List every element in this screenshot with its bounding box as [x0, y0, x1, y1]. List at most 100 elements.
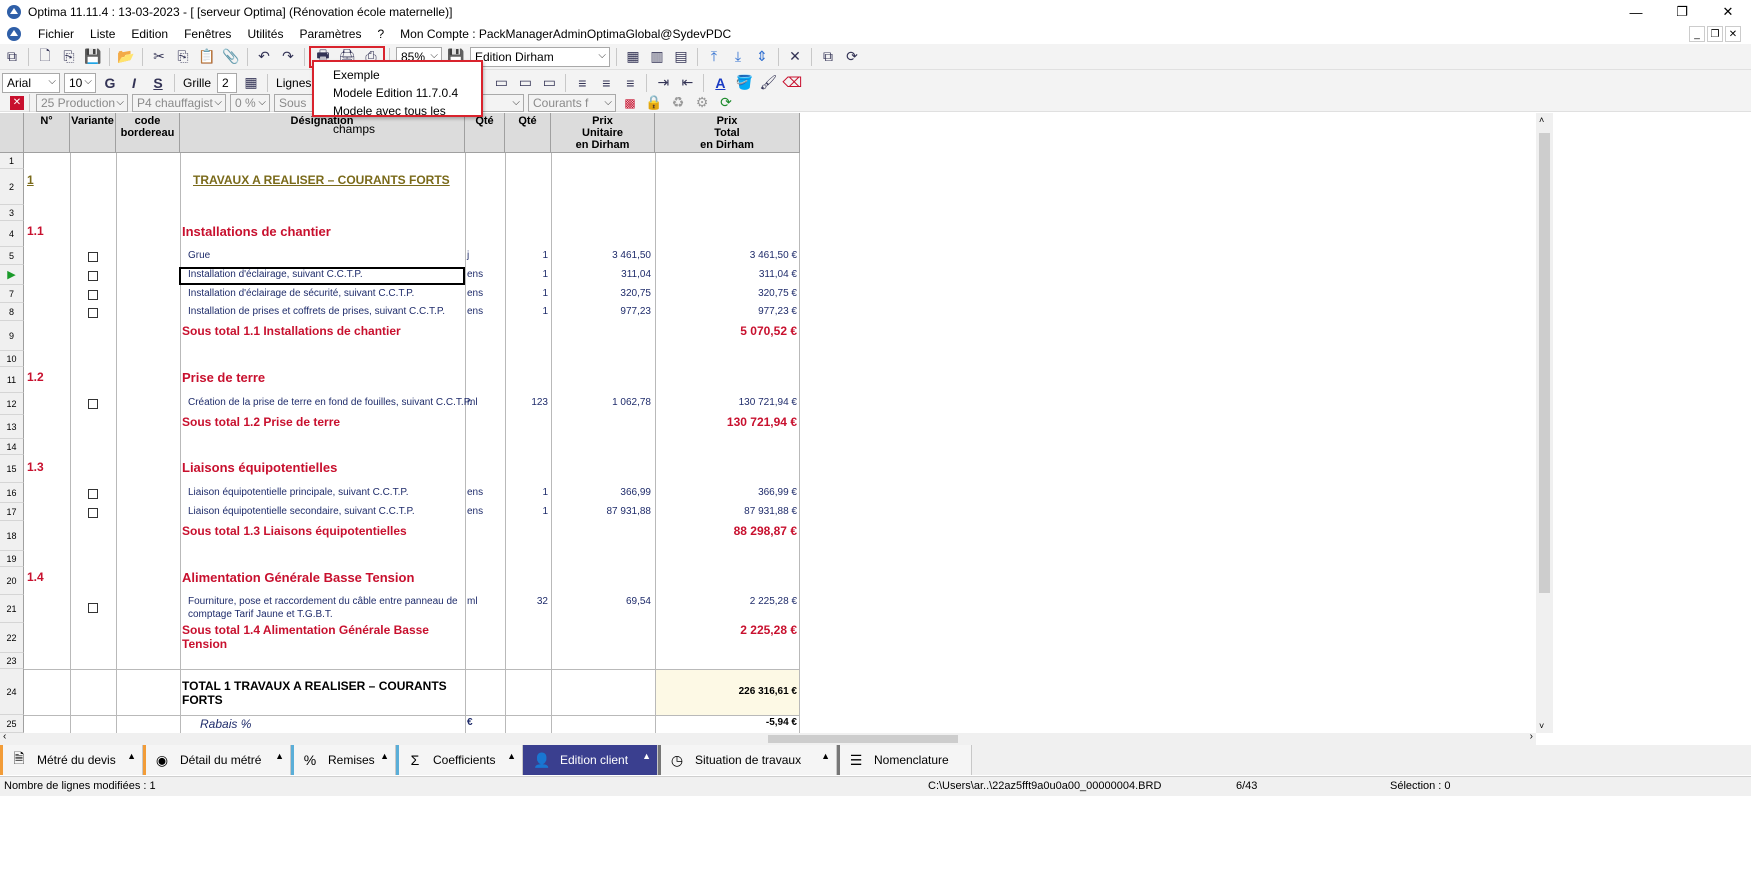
mdi-minimize-button[interactable]: _ — [1689, 26, 1705, 42]
pu-cell[interactable]: 320,75 — [551, 288, 651, 299]
pt-cell[interactable]: 320,75 € — [655, 288, 797, 299]
line-style-icon[interactable]: ▭ — [490, 72, 512, 94]
row-number[interactable]: 7 — [0, 285, 24, 303]
paste-icon[interactable]: 📋 — [196, 46, 218, 68]
menu-utilites[interactable]: Utilités — [239, 27, 291, 41]
rabais-label[interactable]: Rabais % — [200, 717, 251, 731]
tab-edition-client[interactable]: 👤 Edition client ▲ — [523, 745, 658, 775]
chauffage-select[interactable]: P4 chauffagist ⌵ — [132, 93, 226, 112]
row-number[interactable]: 17 — [0, 503, 24, 521]
lock-icon[interactable]: 🔒 — [643, 92, 665, 114]
menu-fichier[interactable]: Fichier — [30, 27, 82, 41]
row-number[interactable]: 12 — [0, 393, 24, 415]
align-right-icon[interactable]: ≡ — [619, 72, 641, 94]
maximize-button[interactable]: ❐ — [1659, 0, 1705, 24]
format-painter-icon[interactable]: 🖌 — [757, 72, 779, 94]
total-value[interactable]: 226 316,61 € — [655, 686, 797, 697]
minimize-button[interactable]: — — [1613, 0, 1659, 24]
chapter-title[interactable]: Prise de terre — [182, 370, 265, 385]
chapter-number[interactable]: 1.2 — [27, 370, 44, 384]
chapter-title[interactable]: Alimentation Générale Basse Tension — [182, 570, 414, 585]
dropdown-item-modele-edition[interactable]: Modele Edition 11.7.0.4 — [314, 84, 481, 102]
row-number[interactable]: 9 — [0, 321, 24, 351]
unit-cell[interactable]: ens — [467, 487, 483, 498]
header-prix-unitaire[interactable]: Prix Unitaire en Dirham — [551, 113, 655, 153]
unit-cell[interactable]: ens — [467, 269, 483, 280]
subtotal-label[interactable]: Sous total 1.2 Prise de terre — [182, 415, 340, 429]
variante-checkbox[interactable] — [88, 508, 98, 518]
menu-liste[interactable]: Liste — [82, 27, 123, 41]
font-color-icon[interactable]: A — [709, 72, 731, 94]
designation-cell[interactable]: Liaison équipotentielle principale, suiv… — [188, 487, 409, 498]
header-qte[interactable]: Qté — [505, 113, 551, 153]
menu-mon-compte[interactable]: Mon Compte : PackManagerAdminOptimaGloba… — [392, 27, 739, 41]
save-icon[interactable]: 💾 — [82, 46, 104, 68]
header-code[interactable]: code bordereau — [116, 113, 180, 153]
row-number[interactable]: 22 — [0, 623, 24, 653]
unit-cell[interactable]: ens — [467, 288, 483, 299]
subtotal-value[interactable]: 130 721,94 € — [655, 415, 797, 429]
columns-icon[interactable]: ▥ — [646, 46, 668, 68]
tab-nomenclature[interactable]: ☰ Nomenclature — [837, 745, 972, 775]
close-button[interactable]: ✕ — [1705, 0, 1751, 24]
courants-select[interactable]: Courants f ⌵ — [528, 93, 616, 112]
subtotal-value[interactable]: 5 070,52 € — [655, 324, 797, 338]
row-number[interactable]: 24 — [0, 669, 24, 715]
qte-cell[interactable]: 1 — [505, 506, 548, 517]
row-number[interactable]: 3 — [0, 205, 24, 221]
menu-edition[interactable]: Edition — [123, 27, 176, 41]
row-number[interactable]: 19 — [0, 551, 24, 567]
pu-cell[interactable]: 366,99 — [551, 487, 651, 498]
row-number[interactable]: 21 — [0, 595, 24, 623]
new-document-icon[interactable]: 🗋 — [34, 46, 56, 68]
green-refresh-icon[interactable]: ⟳ — [715, 92, 737, 114]
row-number[interactable]: 18 — [0, 521, 24, 551]
variante-checkbox[interactable] — [88, 271, 98, 281]
variante-checkbox[interactable] — [88, 489, 98, 499]
qte-cell[interactable]: 1 — [505, 306, 548, 317]
percent-select[interactable]: 0 % ⌵ — [230, 93, 270, 112]
pt-cell[interactable]: 366,99 € — [655, 487, 797, 498]
row-number[interactable]: 23 — [0, 653, 24, 669]
production-select[interactable]: 25 Production ⌵ — [36, 93, 128, 112]
subtotal-label-line2[interactable]: Tension — [182, 637, 227, 651]
scroll-right-icon[interactable]: › — [1530, 731, 1533, 742]
subtotal-label[interactable]: Sous total 1.3 Liaisons équipotentielles — [182, 524, 407, 538]
scroll-left-icon[interactable]: ‹ — [3, 731, 6, 742]
redo-icon[interactable]: ↷ — [277, 46, 299, 68]
total-label-line1[interactable]: TOTAL 1 TRAVAUX A REALISER – COURANTS — [182, 679, 447, 693]
qte-cell[interactable]: 123 — [505, 397, 548, 408]
align-center-icon[interactable]: ≡ — [595, 72, 617, 94]
row-number[interactable]: 10 — [0, 351, 24, 367]
chapter-number[interactable]: 1.1 — [27, 224, 44, 238]
variante-checkbox[interactable] — [88, 290, 98, 300]
row-number[interactable]: 1 — [0, 153, 24, 169]
font-select[interactable]: Arial ⌵ — [2, 72, 60, 93]
variante-checkbox[interactable] — [88, 603, 98, 613]
tab-detail-du-metre[interactable]: ◉ Détail du métré ▲ — [143, 745, 291, 775]
pu-cell[interactable]: 87 931,88 — [551, 506, 652, 517]
tools-icon[interactable]: ✕ — [784, 46, 806, 68]
open-folder-icon[interactable]: 📂 — [115, 46, 137, 68]
row-number[interactable]: 5 — [0, 247, 24, 265]
header-num[interactable]: N° — [24, 113, 70, 153]
pt-cell[interactable]: 311,04 € — [655, 269, 797, 280]
dropdown-item-modele-tous-champs[interactable]: Modele avec tous les champs — [314, 102, 481, 136]
optima-menu-icon[interactable] — [6, 26, 22, 42]
unit-cell[interactable]: ml — [467, 596, 478, 607]
edition-select[interactable]: Edition Dirham ⌵ — [470, 46, 610, 67]
total-label-line2[interactable]: FORTS — [182, 693, 223, 707]
clear-format-icon[interactable]: ⌫ — [781, 72, 803, 94]
arrow-down-icon[interactable]: ⤓ — [727, 46, 749, 68]
row-number[interactable]: 2 — [0, 169, 24, 205]
font-size-select[interactable]: 10 ⌵ — [64, 72, 96, 93]
menu-help[interactable]: ? — [369, 27, 392, 41]
refresh-icon[interactable]: ⟳ — [841, 46, 863, 68]
qte-cell[interactable]: 1 — [505, 288, 548, 299]
header-variante[interactable]: Variante — [70, 113, 116, 153]
pu-cell[interactable]: 1 062,78 — [551, 397, 651, 408]
pt-cell[interactable]: 87 931,88 € — [655, 506, 797, 517]
mdi-restore-button[interactable]: ❐ — [1707, 26, 1723, 42]
dropdown-item-exemple[interactable]: Exemple — [314, 66, 481, 84]
pu-cell[interactable]: 311,04 — [551, 269, 651, 280]
